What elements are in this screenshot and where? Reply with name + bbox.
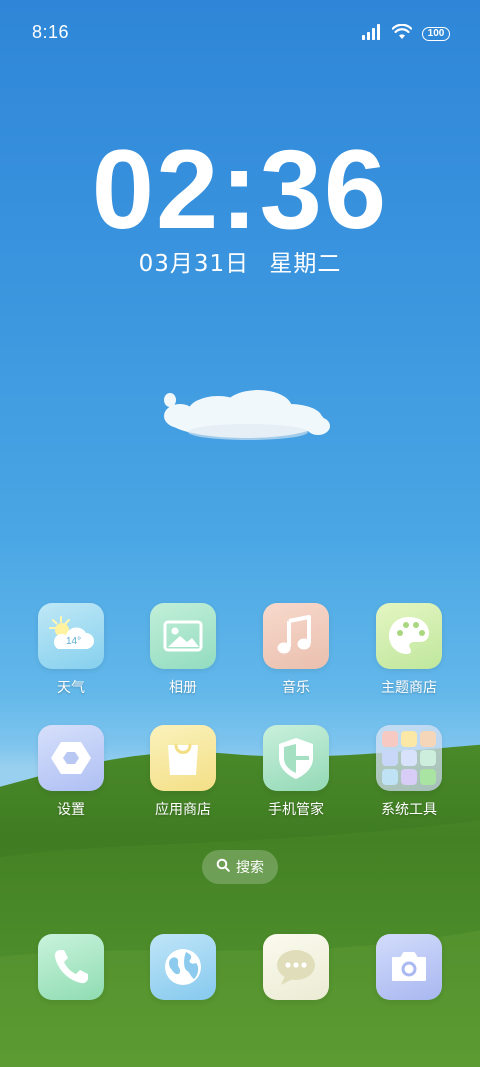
- app-label-music: 音乐: [282, 680, 310, 696]
- status-time: 8:16: [32, 22, 70, 42]
- app-label-weather: 天气: [57, 680, 85, 696]
- app-store-icon: [150, 725, 216, 791]
- settings-icon: [38, 725, 104, 791]
- dock-browser[interactable]: [133, 934, 233, 1000]
- clock-date-line[interactable]: 03月31日 星期二: [0, 244, 480, 278]
- app-music[interactable]: 音乐: [246, 603, 346, 697]
- security-icon: [263, 725, 329, 791]
- battery-icon: 100: [422, 27, 450, 41]
- browser-icon: [150, 934, 216, 1000]
- app-label-security: 手机管家: [268, 802, 324, 818]
- mini-app-icon: [401, 769, 417, 785]
- dock-message[interactable]: [246, 934, 346, 1000]
- music-icon: [263, 603, 329, 669]
- app-security[interactable]: 手机管家: [246, 725, 346, 819]
- app-theme-store[interactable]: 主题商店: [359, 603, 459, 697]
- app-label-app-store: 应用商店: [155, 802, 211, 818]
- mini-app-icon: [401, 750, 417, 766]
- app-label-settings: 设置: [57, 802, 85, 818]
- weather-icon: 14°: [38, 603, 104, 669]
- search-icon: [216, 858, 230, 876]
- folder-preview-grid: [382, 731, 436, 785]
- mini-app-icon: [420, 731, 436, 747]
- mini-app-icon: [382, 769, 398, 785]
- mini-app-icon: [420, 750, 436, 766]
- app-app-store[interactable]: 应用商店: [133, 725, 233, 819]
- theme-store-icon: [376, 603, 442, 669]
- signal-icon: [362, 24, 382, 44]
- app-weather[interactable]: 14° 天气: [21, 603, 121, 697]
- message-icon: [263, 934, 329, 1000]
- dock-phone[interactable]: [21, 934, 121, 1000]
- status-bar: 8:16 100: [0, 0, 480, 68]
- app-folder-system-tools[interactable]: 系统工具: [359, 725, 459, 819]
- gallery-icon: [150, 603, 216, 669]
- app-settings[interactable]: 设置: [21, 725, 121, 819]
- wifi-icon: [391, 23, 413, 44]
- app-label-gallery: 相册: [169, 680, 197, 696]
- clock-date: 03月31日: [138, 251, 250, 277]
- dock-camera[interactable]: [359, 934, 459, 1000]
- wallpaper-cloud: [158, 386, 334, 450]
- mini-app-icon: [382, 731, 398, 747]
- folder-icon: [376, 725, 442, 791]
- weather-temp: 14°: [66, 636, 82, 647]
- clock-weekday: 星期二: [269, 251, 342, 277]
- app-label-theme-store: 主题商店: [381, 680, 437, 696]
- mini-app-icon: [401, 731, 417, 747]
- mini-app-icon: [382, 750, 398, 766]
- app-gallery[interactable]: 相册: [133, 603, 233, 697]
- app-label-system-tools: 系统工具: [381, 802, 437, 818]
- status-icons: 100: [362, 23, 450, 44]
- battery-level: 100: [427, 28, 445, 39]
- camera-icon: [376, 934, 442, 1000]
- search-label: 搜索: [236, 860, 264, 876]
- search-button[interactable]: 搜索: [202, 850, 278, 884]
- mini-app-icon: [420, 769, 436, 785]
- phone-icon: [38, 934, 104, 1000]
- clock-time[interactable]: 02:36: [0, 128, 480, 251]
